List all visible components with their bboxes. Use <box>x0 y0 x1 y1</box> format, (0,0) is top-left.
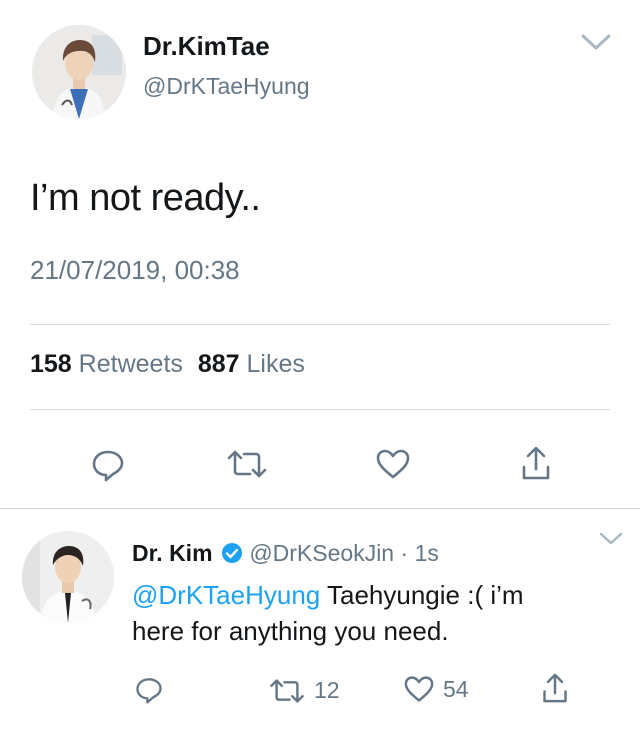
chevron-down-icon[interactable] <box>598 531 624 547</box>
share-icon[interactable] <box>520 445 552 481</box>
retweet-count: 12 <box>314 677 340 703</box>
retweet-icon <box>268 678 306 704</box>
like-icon <box>403 675 435 703</box>
display-name[interactable]: Dr. Kim <box>132 540 213 566</box>
likes-count: 887 <box>197 350 240 378</box>
divider <box>30 324 610 325</box>
reply-text-line2: here for anything you need. <box>132 616 449 646</box>
avatar[interactable] <box>22 531 114 623</box>
separator: · <box>400 540 409 566</box>
reply-icon[interactable] <box>91 448 125 482</box>
like-action[interactable]: 54 <box>403 675 469 703</box>
likes-stat[interactable]: 887 Likes <box>198 350 305 378</box>
like-icon[interactable] <box>375 448 411 480</box>
reply-text: @DrKTaeHyung Taehyungie :( i’m here for … <box>132 577 524 649</box>
time-ago[interactable]: 1s <box>415 540 439 566</box>
retweet-action[interactable]: 12 <box>268 677 340 704</box>
reply-text-line1: Taehyungie :( i’m <box>320 580 524 610</box>
tweet-timestamp: 21/07/2019, 00:38 <box>30 255 240 285</box>
chevron-down-icon[interactable] <box>580 32 612 52</box>
verified-badge-icon <box>221 542 243 570</box>
reply-icon[interactable] <box>135 676 163 704</box>
retweets-label: Retweets <box>78 350 183 378</box>
divider <box>30 409 610 410</box>
avatar[interactable] <box>32 25 126 119</box>
retweets-stat[interactable]: 158 Retweets <box>30 350 190 378</box>
share-icon[interactable] <box>541 672 569 704</box>
retweet-icon[interactable] <box>226 449 268 479</box>
user-handle[interactable]: @DrKTaeHyung <box>143 73 310 100</box>
reply-header: Dr. Kim @DrKSeokJin · 1s <box>132 540 439 570</box>
user-handle[interactable]: @DrKSeokJin <box>249 540 394 566</box>
section-divider <box>0 508 640 509</box>
retweets-count: 158 <box>30 350 72 378</box>
engagement-stats: 158 Retweets 887 Likes <box>30 350 305 379</box>
display-name[interactable]: Dr.KimTae <box>143 31 270 62</box>
tweet-text: I’m not ready.. <box>30 177 261 219</box>
like-count: 54 <box>443 675 469 702</box>
likes-label: Likes <box>246 350 305 378</box>
mention-link[interactable]: @DrKTaeHyung <box>132 580 320 610</box>
